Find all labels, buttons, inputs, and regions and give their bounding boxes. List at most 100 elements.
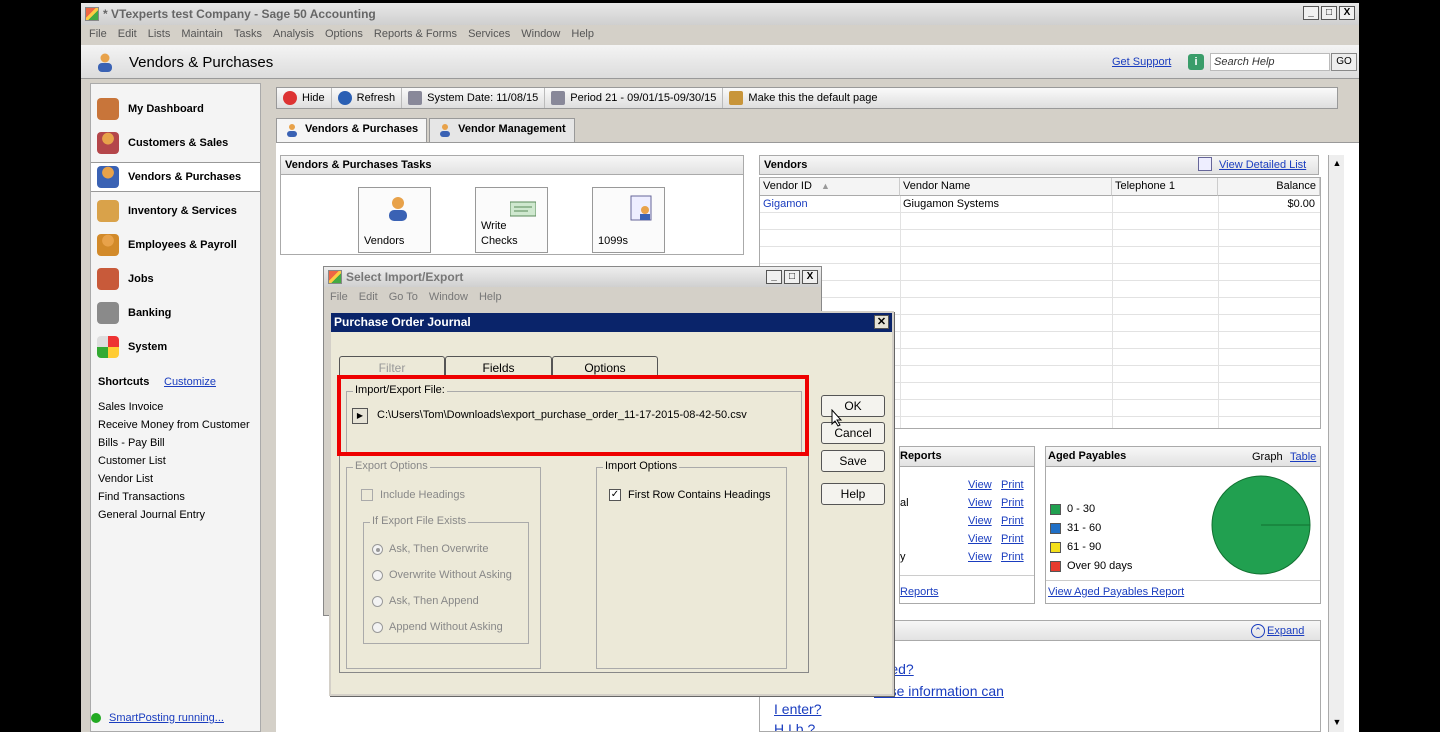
report-view-link[interactable]: View xyxy=(968,479,992,491)
first-row-headings-option[interactable]: ✓ First Row Contains Headings xyxy=(609,489,770,501)
help-question-link[interactable]: I enter? xyxy=(774,701,821,717)
refresh-icon xyxy=(337,91,352,105)
menu-lists[interactable]: Lists xyxy=(148,28,171,40)
radio-button[interactable] xyxy=(372,569,383,581)
menu-maintain[interactable]: Maintain xyxy=(181,28,223,40)
report-print-link[interactable]: Print xyxy=(1001,479,1024,491)
table-row[interactable]: Gigamon Giugamon Systems $0.00 xyxy=(760,196,1320,213)
scroll-up-icon[interactable]: ▲ xyxy=(1331,158,1343,170)
hide-button[interactable]: Hide xyxy=(277,88,332,108)
help-button[interactable]: Help xyxy=(821,483,885,505)
report-view-link[interactable]: View xyxy=(968,533,992,545)
ask-then-append-option[interactable]: Ask, Then Append xyxy=(372,595,479,607)
menu-go-to[interactable]: Go To xyxy=(389,291,418,303)
close-button[interactable]: X xyxy=(1339,6,1355,20)
menu-help[interactable]: Help xyxy=(571,28,594,40)
first-row-headings-checkbox[interactable]: ✓ xyxy=(609,489,621,501)
default-page-button[interactable]: Make this the default page xyxy=(723,88,883,108)
menu-edit[interactable]: Edit xyxy=(359,291,378,303)
menu-tasks[interactable]: Tasks xyxy=(234,28,262,40)
table-toggle[interactable]: Table xyxy=(1290,451,1316,463)
vertical-scrollbar[interactable]: ▲ ▼ xyxy=(1328,155,1344,732)
menu-reports-forms[interactable]: Reports & Forms xyxy=(374,28,457,40)
radio-button[interactable] xyxy=(372,543,383,555)
include-headings-checkbox[interactable] xyxy=(361,489,373,501)
shortcut-sales-invoice[interactable]: Sales Invoice xyxy=(98,401,163,413)
get-support-link[interactable]: Get Support xyxy=(1112,56,1171,68)
column-header-vendor-name[interactable]: Vendor Name xyxy=(900,178,1112,196)
task-1099s[interactable]: 1099s xyxy=(592,187,665,253)
menu-file[interactable]: File xyxy=(89,28,107,40)
dialog-close-button[interactable]: ✕ xyxy=(874,315,889,329)
report-print-link[interactable]: Print xyxy=(1001,497,1024,509)
refresh-button[interactable]: Refresh xyxy=(332,88,403,108)
shortcut-vendor-list[interactable]: Vendor List xyxy=(98,473,153,485)
menu-services[interactable]: Services xyxy=(468,28,510,40)
menu-window[interactable]: Window xyxy=(429,291,468,303)
shortcut-general-journal[interactable]: General Journal Entry xyxy=(98,509,205,521)
help-question-link[interactable]: H I b ? xyxy=(774,721,815,731)
page-toolbar: Hide Refresh System Date: 11/08/15 Perio… xyxy=(276,87,1338,109)
shortcut-customer-list[interactable]: Customer List xyxy=(98,455,166,467)
reports-footer-link[interactable]: Reports xyxy=(900,586,939,598)
scroll-down-icon[interactable]: ▼ xyxy=(1331,717,1343,729)
nav-jobs[interactable]: Jobs xyxy=(91,264,260,294)
column-header-balance[interactable]: Balance xyxy=(1218,178,1320,196)
menu-edit[interactable]: Edit xyxy=(118,28,137,40)
report-view-link[interactable]: View xyxy=(968,551,992,563)
main-menubar: File Edit Lists Maintain Tasks Analysis … xyxy=(81,25,1359,43)
view-detailed-list-link[interactable]: View Detailed List xyxy=(1219,159,1306,171)
smartposting-status[interactable]: SmartPosting running... xyxy=(91,712,224,724)
report-print-link[interactable]: Print xyxy=(1001,515,1024,527)
minimize-button[interactable]: _ xyxy=(1303,6,1319,20)
menu-help[interactable]: Help xyxy=(479,291,502,303)
customize-link[interactable]: Customize xyxy=(164,376,216,388)
menu-file[interactable]: File xyxy=(330,291,348,303)
vendor-id-cell[interactable]: Gigamon xyxy=(760,196,811,212)
nav-employees-payroll[interactable]: Employees & Payroll xyxy=(91,230,260,260)
system-date-label: System Date: 11/08/15 xyxy=(427,92,539,104)
ask-then-overwrite-option[interactable]: Ask, Then Overwrite xyxy=(372,543,488,555)
tab-vendors-purchases[interactable]: Vendors & Purchases xyxy=(276,118,428,142)
search-go-button[interactable]: GO xyxy=(1331,53,1357,71)
nav-system[interactable]: System xyxy=(91,332,260,362)
shortcut-find-transactions[interactable]: Find Transactions xyxy=(98,491,185,503)
search-help-input[interactable]: Search Help xyxy=(1210,53,1330,71)
append-without-asking-option[interactable]: Append Without Asking xyxy=(372,621,503,633)
nav-banking[interactable]: Banking xyxy=(91,298,260,328)
report-print-link[interactable]: Print xyxy=(1001,533,1024,545)
maximize-button[interactable]: □ xyxy=(784,270,800,284)
nav-my-dashboard[interactable]: My Dashboard xyxy=(91,94,260,124)
report-print-link[interactable]: Print xyxy=(1001,551,1024,563)
report-name-partial: y xyxy=(900,551,906,563)
period-button[interactable]: Period 21 - 09/01/15-09/30/15 xyxy=(545,88,724,108)
system-date-button[interactable]: System Date: 11/08/15 xyxy=(402,88,546,108)
close-button[interactable]: X xyxy=(802,270,818,284)
report-view-link[interactable]: View xyxy=(968,515,992,527)
tab-vendor-management[interactable]: Vendor Management xyxy=(429,118,575,142)
task-vendors[interactable]: Vendors xyxy=(358,187,431,253)
minimize-button[interactable]: _ xyxy=(766,270,782,284)
column-header-telephone[interactable]: Telephone 1 xyxy=(1112,178,1218,196)
customer-icon xyxy=(97,132,119,154)
maximize-button[interactable]: □ xyxy=(1321,6,1337,20)
overwrite-without-asking-option[interactable]: Overwrite Without Asking xyxy=(372,569,512,581)
nav-vendors-purchases[interactable]: Vendors & Purchases xyxy=(91,162,260,192)
menu-analysis[interactable]: Analysis xyxy=(273,28,314,40)
radio-button[interactable] xyxy=(372,595,383,607)
include-headings-option[interactable]: Include Headings xyxy=(361,489,465,501)
menu-options[interactable]: Options xyxy=(325,28,363,40)
nav-customers-sales[interactable]: Customers & Sales xyxy=(91,128,260,158)
task-write-checks[interactable]: Write Checks xyxy=(475,187,548,253)
radio-button[interactable] xyxy=(372,621,383,633)
graph-toggle[interactable]: Graph xyxy=(1252,451,1283,463)
save-button[interactable]: Save xyxy=(821,450,885,472)
column-header-vendor-id[interactable]: Vendor ID ▲ xyxy=(760,178,900,196)
report-view-link[interactable]: View xyxy=(968,497,992,509)
view-aged-payables-report-link[interactable]: View Aged Payables Report xyxy=(1048,586,1184,598)
shortcut-receive-money[interactable]: Receive Money from Customer xyxy=(98,419,250,431)
shortcut-pay-bill[interactable]: Bills - Pay Bill xyxy=(98,437,165,449)
expand-link[interactable]: Expand xyxy=(1267,625,1304,637)
nav-inventory-services[interactable]: Inventory & Services xyxy=(91,196,260,226)
menu-window[interactable]: Window xyxy=(521,28,560,40)
